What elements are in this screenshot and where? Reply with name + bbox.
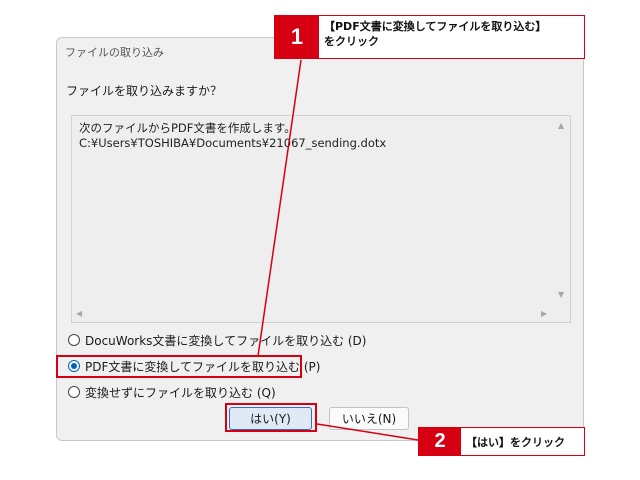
callout-2-text: 【はい】をクリック bbox=[466, 436, 565, 449]
callout-1-line-1: 【PDF文書に変換してファイルを取り込む】 bbox=[324, 20, 547, 33]
callout-2-number: 2 bbox=[419, 428, 461, 455]
callout-1: 1 【PDF文書に変換してファイルを取り込む】 をクリック bbox=[274, 15, 585, 59]
callout-1-text: 【PDF文書に変換してファイルを取り込む】 をクリック bbox=[319, 16, 546, 58]
callout-1-number: 1 bbox=[275, 16, 319, 58]
callout-2: 2 【はい】をクリック bbox=[418, 427, 585, 456]
connector-line-2 bbox=[316, 423, 419, 441]
callout-connectors bbox=[257, 59, 419, 441]
callout-1-line-2: をクリック bbox=[324, 35, 379, 48]
connector-line-1 bbox=[257, 59, 302, 357]
